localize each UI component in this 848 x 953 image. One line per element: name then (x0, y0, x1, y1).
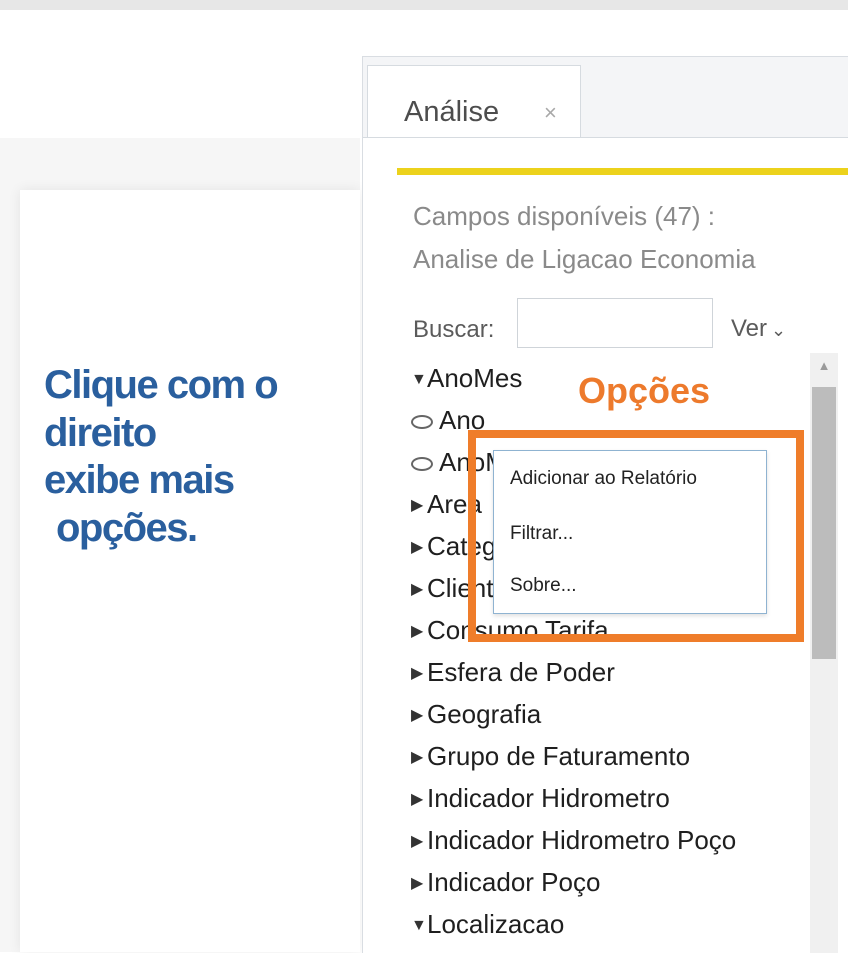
callout-line-1: Clique com o (44, 363, 279, 407)
tree-item-label: Indicador Poço (427, 867, 601, 897)
tree-item-label: Localizacao (427, 909, 565, 939)
accent-bar (397, 168, 848, 175)
tree-item-geografia[interactable]: ▶ Geografia (411, 699, 541, 739)
menu-item-filtrar[interactable]: Filtrar... (510, 523, 573, 545)
search-input[interactable] (517, 298, 713, 348)
tree-item-indicador-poco[interactable]: ▶ Indicador Poço (411, 867, 600, 907)
caret-right-icon[interactable]: ▶ (411, 747, 427, 767)
context-menu: Adicionar ao Relatório Filtrar... Sobre.… (493, 450, 767, 614)
tree-item-label: Geografia (427, 699, 542, 729)
scrollbar-thumb[interactable] (812, 387, 836, 659)
top-strip (0, 0, 848, 10)
caret-right-icon[interactable]: ▶ (411, 663, 427, 683)
caret-right-icon[interactable]: ▶ (411, 621, 427, 641)
chevron-down-icon: ⌄ (771, 320, 787, 340)
tree-item-label: Indicador Hidrometro (427, 783, 670, 813)
hierarchy-level-icon (411, 457, 433, 471)
source-name: Analise de Ligacao Economia (413, 244, 756, 274)
callout-line-3: exibe mais (44, 458, 235, 503)
caret-down-icon[interactable]: ▼ (411, 371, 427, 389)
caret-right-icon[interactable]: ▶ (411, 873, 427, 893)
fields-count: Campos disponíveis (47) : (413, 201, 716, 231)
tree-item-anomes[interactable]: ▼AnoMes (411, 363, 522, 403)
close-icon[interactable]: × (544, 100, 557, 126)
tree-item-esfera-de-poder[interactable]: ▶ Esfera de Poder (411, 657, 615, 697)
tree-item-indicador-hidrometro-poco[interactable]: ▶ Indicador Hidrometro Poço (411, 825, 736, 865)
tree-item-label: Esfera de Poder (427, 657, 615, 687)
background-card (20, 190, 360, 952)
caret-right-icon[interactable]: ▶ (411, 831, 427, 851)
background-band (0, 10, 360, 138)
menu-item-adicionar[interactable]: Adicionar ao Relatório (510, 468, 697, 490)
ver-dropdown[interactable]: Ver ⌄ (731, 315, 786, 343)
caret-right-icon[interactable]: ▶ (411, 789, 427, 809)
callout-line-4: opções. (56, 505, 198, 550)
tree-item-label: AnoMes (427, 363, 523, 393)
scrollbar[interactable]: ▲ (810, 353, 838, 953)
caret-right-icon[interactable]: ▶ (411, 537, 427, 557)
hierarchy-level-icon (411, 415, 433, 429)
tree-item-label: Grupo de Faturamento (427, 741, 691, 771)
tab-label: Análise (404, 96, 500, 128)
ver-label: Ver (731, 315, 768, 342)
caret-right-icon[interactable]: ▶ (411, 579, 427, 599)
tab-analise[interactable]: Análise × (367, 65, 581, 138)
tree-item-localizacao[interactable]: ▼Localizacao (411, 909, 564, 949)
menu-item-sobre[interactable]: Sobre... (510, 575, 577, 597)
options-callout-label: Opções (578, 370, 711, 411)
annotation-callout: Clique com o direito exibe mais opções. (44, 362, 364, 552)
tree-item-grupo-de-faturamento[interactable]: ▶ Grupo de Faturamento (411, 741, 690, 781)
caret-down-icon[interactable]: ▼ (411, 917, 427, 935)
callout-line-2: direito (44, 410, 157, 455)
caret-right-icon[interactable]: ▶ (411, 495, 427, 515)
scroll-up-icon[interactable]: ▲ (810, 353, 838, 379)
search-label: Buscar: (413, 316, 495, 343)
tree-item-indicador-hidrometro[interactable]: ▶ Indicador Hidrometro (411, 783, 670, 823)
tree-item-label: Indicador Hidrometro Poço (427, 825, 737, 855)
caret-right-icon[interactable]: ▶ (411, 705, 427, 725)
